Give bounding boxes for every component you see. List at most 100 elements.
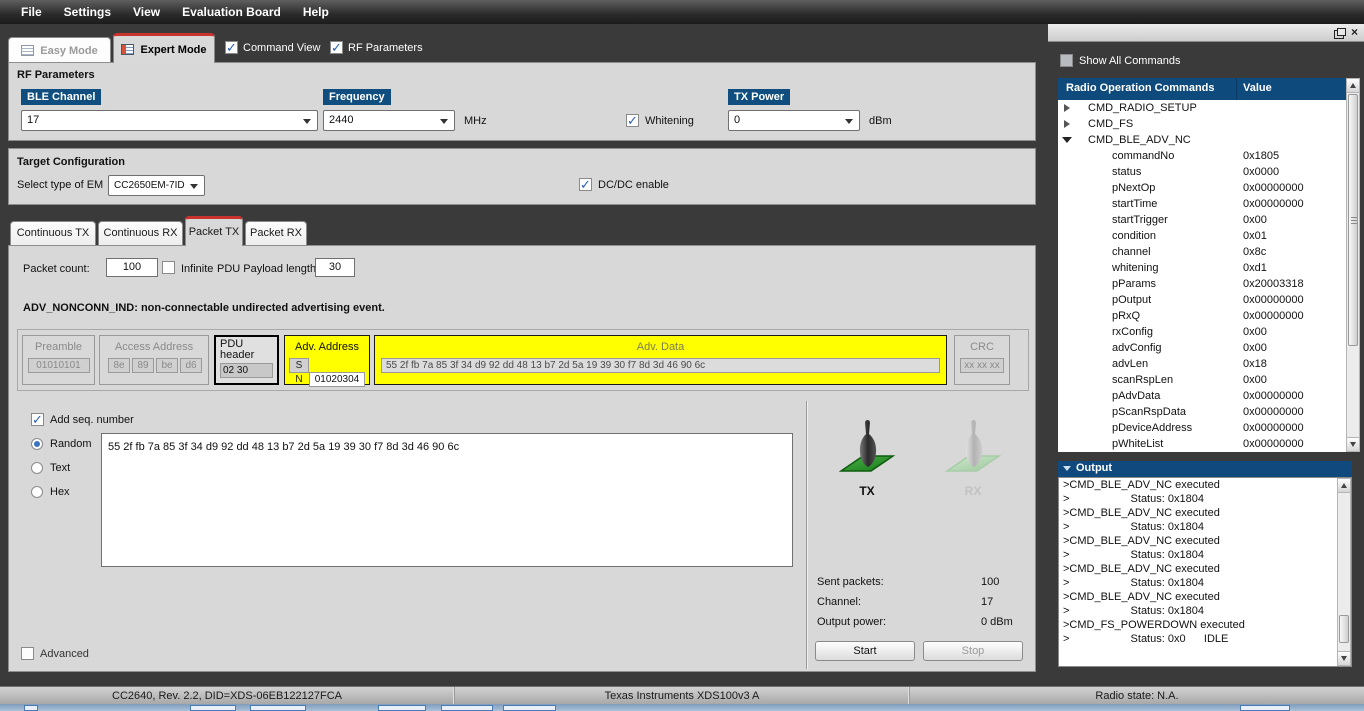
tab-packet-tx[interactable]: Packet TX bbox=[185, 216, 243, 246]
access-address-box: Access Address 8e 89 be d6 bbox=[99, 335, 209, 385]
vertical-divider bbox=[806, 401, 808, 669]
payload-mode-radio-text[interactable] bbox=[31, 462, 43, 474]
command-row[interactable]: startTrigger 0x00 bbox=[1058, 212, 1346, 228]
command-row[interactable]: pScanRspData 0x00000000 bbox=[1058, 404, 1346, 420]
adv-address-box[interactable]: Adv. Address S N 01020304 bbox=[284, 335, 370, 387]
menu-item-settings[interactable]: Settings bbox=[53, 2, 122, 22]
tx-indicator-label: TX bbox=[859, 484, 875, 498]
command-row[interactable]: channel 0x8c bbox=[1058, 244, 1346, 260]
scrollbar-thumb[interactable] bbox=[1339, 615, 1349, 643]
param-value: 0x00000000 bbox=[1243, 198, 1304, 210]
tab-continuous-rx[interactable]: Continuous RX bbox=[98, 221, 183, 246]
payload-mode-radio-random[interactable] bbox=[31, 438, 43, 450]
menu-item-help[interactable]: Help bbox=[292, 2, 340, 22]
output-line: > Status: 0x1804 bbox=[1063, 521, 1204, 533]
command-row[interactable]: pNextOp 0x00000000 bbox=[1058, 180, 1346, 196]
tx-power-select[interactable]: 0 bbox=[728, 110, 860, 131]
whitening-label: Whitening bbox=[645, 115, 694, 127]
command-table-scrollbar[interactable] bbox=[1346, 78, 1360, 452]
param-name: pScanRspData bbox=[1112, 406, 1186, 418]
adv-data-value[interactable]: 55 2f fb 7a 85 3f 34 d9 92 dd 48 13 b7 2… bbox=[381, 358, 940, 373]
command-row[interactable]: rxConfig 0x00 bbox=[1058, 324, 1346, 340]
output-line: > Status: 0x1804 bbox=[1063, 549, 1204, 561]
collapse-arrow-icon[interactable] bbox=[1064, 120, 1070, 128]
advanced-checkbox[interactable] bbox=[21, 647, 34, 660]
adv-address-value[interactable]: 01020304 bbox=[309, 372, 365, 387]
dcdc-enable-checkbox[interactable] bbox=[579, 177, 592, 193]
output-panel-header[interactable]: Output bbox=[1058, 461, 1352, 477]
access-byte: 8e bbox=[108, 358, 130, 373]
param-value: 0x00000000 bbox=[1243, 182, 1304, 194]
add-seq-checkbox[interactable] bbox=[31, 412, 44, 428]
param-value: 0x8c bbox=[1243, 246, 1267, 258]
adv-data-label: Adv. Data bbox=[636, 341, 685, 353]
rf-parameters-label: RF Parameters bbox=[348, 42, 423, 54]
pdu-header-value[interactable]: 02 30 bbox=[220, 363, 273, 378]
adv-data-box[interactable]: Adv. Data 55 2f fb 7a 85 3f 34 d9 92 dd … bbox=[374, 335, 947, 385]
window-edge-fragment bbox=[1240, 705, 1290, 711]
start-button[interactable]: Start bbox=[815, 641, 915, 661]
packet-count-input[interactable]: 100 bbox=[106, 258, 158, 277]
scrollbar-thumb[interactable] bbox=[1348, 94, 1358, 346]
param-value: 0x00000000 bbox=[1243, 438, 1304, 450]
output-line: >CMD_BLE_ADV_NC executed bbox=[1063, 563, 1220, 575]
command-row[interactable]: CMD_RADIO_SETUP bbox=[1058, 100, 1346, 116]
close-icon[interactable]: × bbox=[1351, 25, 1358, 39]
stat-label: Output power: bbox=[817, 616, 887, 628]
payload-textarea[interactable]: 55 2f fb 7a 85 3f 34 d9 92 dd 48 13 b7 2… bbox=[101, 433, 793, 567]
command-table-body: CMD_RADIO_SETUP CMD_FS CMD_BLE_ADV_NC comma… bbox=[1058, 100, 1346, 452]
tab-expert-mode[interactable]: Expert Mode bbox=[113, 33, 215, 63]
output-line: > Status: 0x1804 bbox=[1063, 493, 1204, 505]
command-row[interactable]: pAdvData 0x00000000 bbox=[1058, 388, 1346, 404]
command-row[interactable]: pRxQ 0x00000000 bbox=[1058, 308, 1346, 324]
menu-item-view[interactable]: View bbox=[122, 2, 171, 22]
output-line: >CMD_BLE_ADV_NC executed bbox=[1063, 479, 1220, 491]
show-all-commands-checkbox[interactable] bbox=[1060, 54, 1073, 67]
stat-value: 100 bbox=[981, 576, 1000, 588]
command-row[interactable]: advConfig 0x00 bbox=[1058, 340, 1346, 356]
command-row[interactable]: CMD_FS bbox=[1058, 116, 1346, 132]
rf-parameters-title: RF Parameters bbox=[17, 69, 95, 81]
infinite-checkbox[interactable] bbox=[162, 261, 175, 274]
float-icon[interactable] bbox=[1334, 28, 1346, 39]
rx-indicator-label: RX bbox=[964, 484, 982, 498]
tab-continuous-tx[interactable]: Continuous TX bbox=[10, 221, 96, 246]
command-row[interactable]: startTime 0x00000000 bbox=[1058, 196, 1346, 212]
param-value: 0x20003318 bbox=[1243, 278, 1304, 290]
expand-arrow-icon[interactable] bbox=[1062, 137, 1072, 143]
command-row[interactable]: pWhiteList 0x00000000 bbox=[1058, 436, 1346, 452]
command-row[interactable]: scanRspLen 0x00 bbox=[1058, 372, 1346, 388]
command-row[interactable]: commandNo 0x1805 bbox=[1058, 148, 1346, 164]
tab-packet-rx[interactable]: Packet RX bbox=[245, 221, 307, 246]
payload-mode-radio-hex[interactable] bbox=[31, 486, 43, 498]
frequency-select[interactable]: 2440 bbox=[323, 110, 455, 131]
stop-button[interactable]: Stop bbox=[923, 641, 1023, 661]
em-type-select[interactable]: CC2650EM-7ID bbox=[108, 175, 205, 196]
menu-bar: File Settings View Evaluation Board Help bbox=[0, 0, 1364, 24]
command-row[interactable]: CMD_BLE_ADV_NC bbox=[1058, 132, 1346, 148]
menu-item-file[interactable]: File bbox=[10, 2, 53, 22]
scroll-up-icon[interactable] bbox=[1347, 79, 1359, 93]
scroll-down-icon[interactable] bbox=[1347, 437, 1359, 451]
command-view-checkbox[interactable] bbox=[225, 40, 238, 56]
scroll-down-icon[interactable] bbox=[1338, 651, 1350, 665]
tab-easy-mode[interactable]: Easy Mode bbox=[8, 37, 111, 63]
command-row[interactable]: whitening 0xd1 bbox=[1058, 260, 1346, 276]
command-row[interactable]: pParams 0x20003318 bbox=[1058, 276, 1346, 292]
command-row[interactable]: status 0x0000 bbox=[1058, 164, 1346, 180]
pdu-payload-input[interactable]: 30 bbox=[315, 258, 355, 277]
output-collapse-icon[interactable] bbox=[1063, 466, 1071, 471]
output-line: >CMD_BLE_ADV_NC executed bbox=[1063, 535, 1220, 547]
command-row[interactable]: advLen 0x18 bbox=[1058, 356, 1346, 372]
pdu-header-box[interactable]: PDU header 02 30 bbox=[214, 335, 279, 385]
command-row[interactable]: pOutput 0x00000000 bbox=[1058, 292, 1346, 308]
menu-item-evaluation-board[interactable]: Evaluation Board bbox=[171, 2, 292, 22]
scroll-up-icon[interactable] bbox=[1338, 479, 1350, 493]
ble-channel-select[interactable]: 17 bbox=[21, 110, 318, 131]
rf-parameters-checkbox[interactable] bbox=[330, 40, 343, 56]
output-scrollbar[interactable] bbox=[1337, 478, 1351, 666]
command-row[interactable]: pDeviceAddress 0x00000000 bbox=[1058, 420, 1346, 436]
collapse-arrow-icon[interactable] bbox=[1064, 104, 1070, 112]
command-row[interactable]: condition 0x01 bbox=[1058, 228, 1346, 244]
whitening-checkbox[interactable] bbox=[626, 113, 639, 129]
